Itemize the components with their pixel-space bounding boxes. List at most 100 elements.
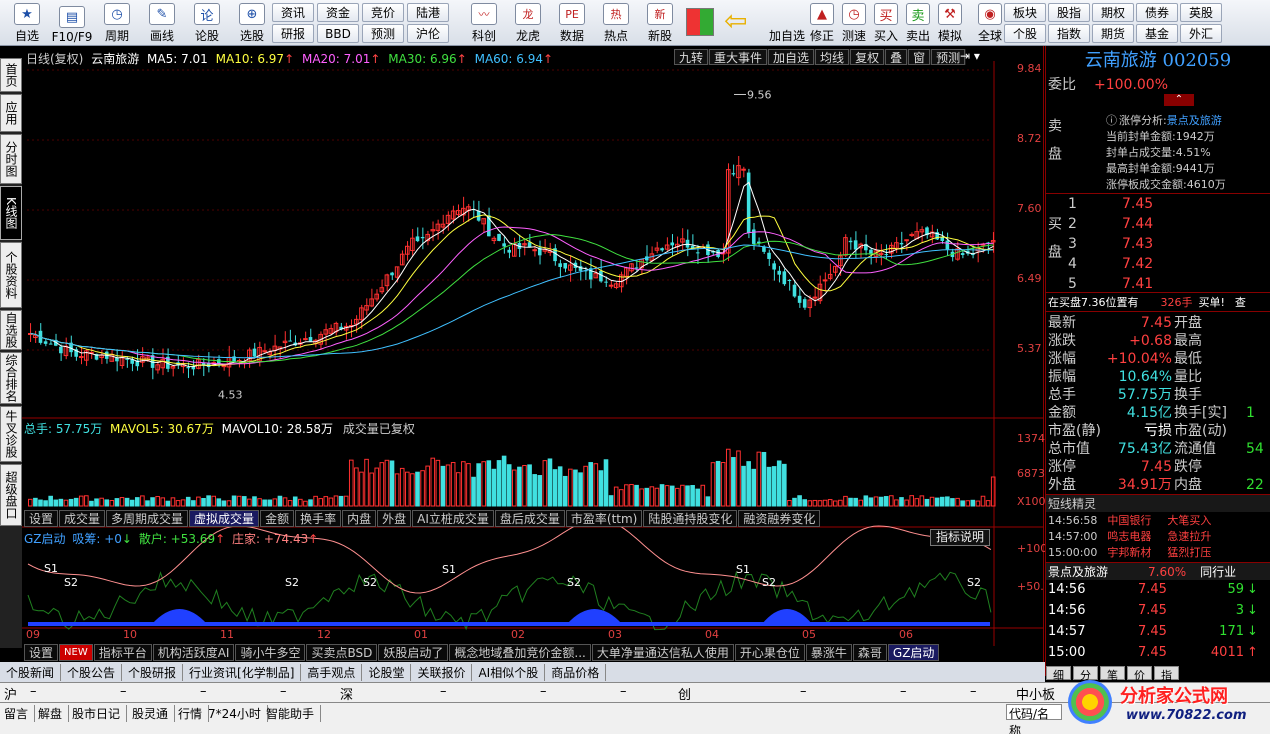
indicator-tab[interactable]: 设置: [24, 644, 59, 661]
index-label-sz[interactable]: 深: [340, 684, 353, 703]
toolbar-dragon-button[interactable]: 龙龙虎: [506, 2, 550, 44]
volume-tab[interactable]: 虚拟成交量: [189, 510, 260, 527]
toolbar-globe-button[interactable]: ◉ 全球: [974, 2, 1006, 44]
toolbar-text-button[interactable]: BBD: [317, 24, 359, 43]
new-badge[interactable]: NEW: [59, 644, 93, 661]
status-tool-button[interactable]: 解盘: [38, 705, 70, 722]
short-term-row[interactable]: 15:00:00 宇邦新材 猛烈打压: [1048, 544, 1211, 560]
index-label-sh[interactable]: 沪: [4, 684, 17, 703]
news-tab[interactable]: 关联报价: [411, 663, 473, 681]
index-label-sme[interactable]: 中小板: [1016, 684, 1055, 703]
indicator-tab[interactable]: 妖股启动了: [378, 644, 449, 661]
left-tab[interactable]: 超级盘口: [0, 464, 22, 526]
toolbar-clock-button[interactable]: ◷ 测速: [838, 2, 870, 44]
volume-tab[interactable]: 盘后成交量: [494, 510, 565, 527]
toolbar-info-window-button[interactable]: ▤ F10/F9: [47, 2, 97, 44]
collapse-up-icon[interactable]: ⌃: [1164, 94, 1194, 106]
left-tab[interactable]: 个股资料: [0, 242, 22, 308]
toolbar-text-button[interactable]: 预测: [362, 24, 404, 43]
indicator-tab[interactable]: 暴涨牛: [805, 644, 852, 661]
volume-tab[interactable]: 外盘: [377, 510, 412, 527]
toolbar-magnifier-chart-button[interactable]: ⊕ 选股: [227, 2, 277, 44]
volume-tab[interactable]: 市盈率(ttm): [565, 510, 643, 527]
toolbar-pencil-button[interactable]: ✎ 画线: [137, 2, 187, 44]
market-button[interactable]: 板块: [1004, 3, 1046, 22]
toolbar-text-button[interactable]: 陆港: [407, 3, 449, 22]
toolbar-text-button[interactable]: 研报: [272, 24, 314, 43]
sector-row[interactable]: 景点及旅游 7.60% 同行业: [1046, 562, 1270, 580]
kline-chart[interactable]: 9.56 4.53 S1 S2 S2 S2 S1 S2 S1 S2 S2: [22, 46, 1044, 662]
news-tab[interactable]: 个股公告: [61, 663, 123, 681]
news-tab[interactable]: 论股堂: [362, 663, 412, 681]
toolbar-clock-button[interactable]: ◷ 周期: [92, 2, 142, 44]
short-term-row[interactable]: 14:57:00 鸣志电器 急速拉升: [1048, 528, 1211, 544]
indicator-tab[interactable]: 概念地域叠加竞价金额...: [449, 644, 591, 661]
toolbar-text-button[interactable]: 竞价: [362, 3, 404, 22]
news-tab[interactable]: 商品价格: [545, 663, 607, 681]
color-grid-icon[interactable]: [686, 8, 714, 36]
toolbar-chat-button[interactable]: 论论股: [182, 2, 232, 44]
toolbar-star-button[interactable]: ★ 自选: [2, 2, 52, 44]
toolbar-hot-button[interactable]: 热热点: [594, 2, 638, 44]
market-button[interactable]: 债券: [1136, 3, 1178, 22]
news-tab[interactable]: AI相似个股: [472, 663, 546, 681]
buy-level-row[interactable]: 1 7.45: [1068, 196, 1268, 213]
volume-tab[interactable]: 换手率: [295, 510, 342, 527]
left-tab[interactable]: 分时图: [0, 134, 22, 184]
volume-tab[interactable]: 多周期成交量: [106, 510, 189, 527]
toolbar-text-button[interactable]: 资金: [317, 3, 359, 22]
status-tool-button[interactable]: 留言: [4, 705, 36, 722]
add-favorite-button[interactable]: 加自选: [765, 2, 809, 44]
indicator-tab[interactable]: GZ启动: [887, 644, 940, 661]
status-tool-button[interactable]: 智能助手: [266, 705, 322, 722]
indicator-tab[interactable]: 指标平台: [93, 644, 152, 661]
market-button[interactable]: 基金: [1136, 24, 1178, 43]
left-tab[interactable]: K线图: [0, 186, 22, 240]
market-button[interactable]: 期权: [1092, 3, 1134, 22]
buy-level-row[interactable]: 2 7.44: [1068, 216, 1268, 233]
indicator-tab[interactable]: 大单净量通达信私人使用: [591, 644, 734, 661]
order-alert-link[interactable]: 查: [1235, 296, 1246, 309]
status-tool-button[interactable]: 行情: [178, 705, 210, 722]
index-label-cy[interactable]: 创: [678, 684, 691, 703]
toolbar-text-button[interactable]: 资讯: [272, 3, 314, 22]
indicator-tab[interactable]: 买卖点BSD: [306, 644, 378, 661]
market-button[interactable]: 期货: [1092, 24, 1134, 43]
volume-tab[interactable]: 融资融券变化: [738, 510, 821, 527]
indicator-tab[interactable]: 开心果仓位: [734, 644, 805, 661]
left-tab[interactable]: 牛叉诊股: [0, 406, 22, 462]
toolbar-pe-button[interactable]: PE 数据: [550, 2, 594, 44]
toolbar-buy-button[interactable]: 买买入: [870, 2, 902, 44]
status-tool-button[interactable]: 7*24小时: [208, 705, 268, 722]
status-tool-button[interactable]: 股市日记: [72, 705, 128, 722]
market-button[interactable]: 外汇: [1180, 24, 1222, 43]
news-tab[interactable]: 高手观点: [301, 663, 363, 681]
code-search-input[interactable]: 代码/名称: [1006, 704, 1062, 734]
buy-level-row[interactable]: 5 7.41: [1068, 276, 1268, 293]
toolbar-chart-button[interactable]: 〰科创: [462, 2, 506, 44]
market-button[interactable]: 个股: [1004, 24, 1046, 43]
back-arrow-icon[interactable]: ⇦: [724, 6, 747, 36]
volume-tab[interactable]: 成交量: [59, 510, 106, 527]
short-term-row[interactable]: 14:56:58 中国银行 大笔买入: [1048, 512, 1211, 528]
volume-tab[interactable]: 金额: [260, 510, 295, 527]
toolbar-text-button[interactable]: 沪伦: [407, 24, 449, 43]
left-tab[interactable]: 首页: [0, 58, 22, 92]
volume-tab[interactable]: AI立桩成交量: [412, 510, 494, 527]
news-tab[interactable]: 个股新闻: [0, 663, 62, 681]
toolbar-hammer-button[interactable]: ⚒ 模拟: [934, 2, 966, 44]
volume-tab[interactable]: 陆股通持股变化: [643, 510, 738, 527]
indicator-tab[interactable]: 机构活跃度AI: [152, 644, 235, 661]
indicator-tab[interactable]: 骑小牛多空: [235, 644, 306, 661]
status-tool-button[interactable]: 股灵通: [132, 705, 176, 722]
market-button[interactable]: 股指: [1048, 3, 1090, 22]
left-tab[interactable]: 应用: [0, 94, 22, 132]
volume-tab[interactable]: 内盘: [342, 510, 377, 527]
volume-tab[interactable]: 设置: [24, 510, 59, 527]
news-tab[interactable]: 个股研报: [122, 663, 184, 681]
indicator-help-button[interactable]: 指标说明: [930, 529, 990, 546]
news-tab[interactable]: 行业资讯[化学制品]: [183, 663, 302, 681]
indicator-tab[interactable]: 森哥: [852, 644, 887, 661]
market-button[interactable]: 指数: [1048, 24, 1090, 43]
left-tab[interactable]: 自选股: [0, 310, 22, 350]
